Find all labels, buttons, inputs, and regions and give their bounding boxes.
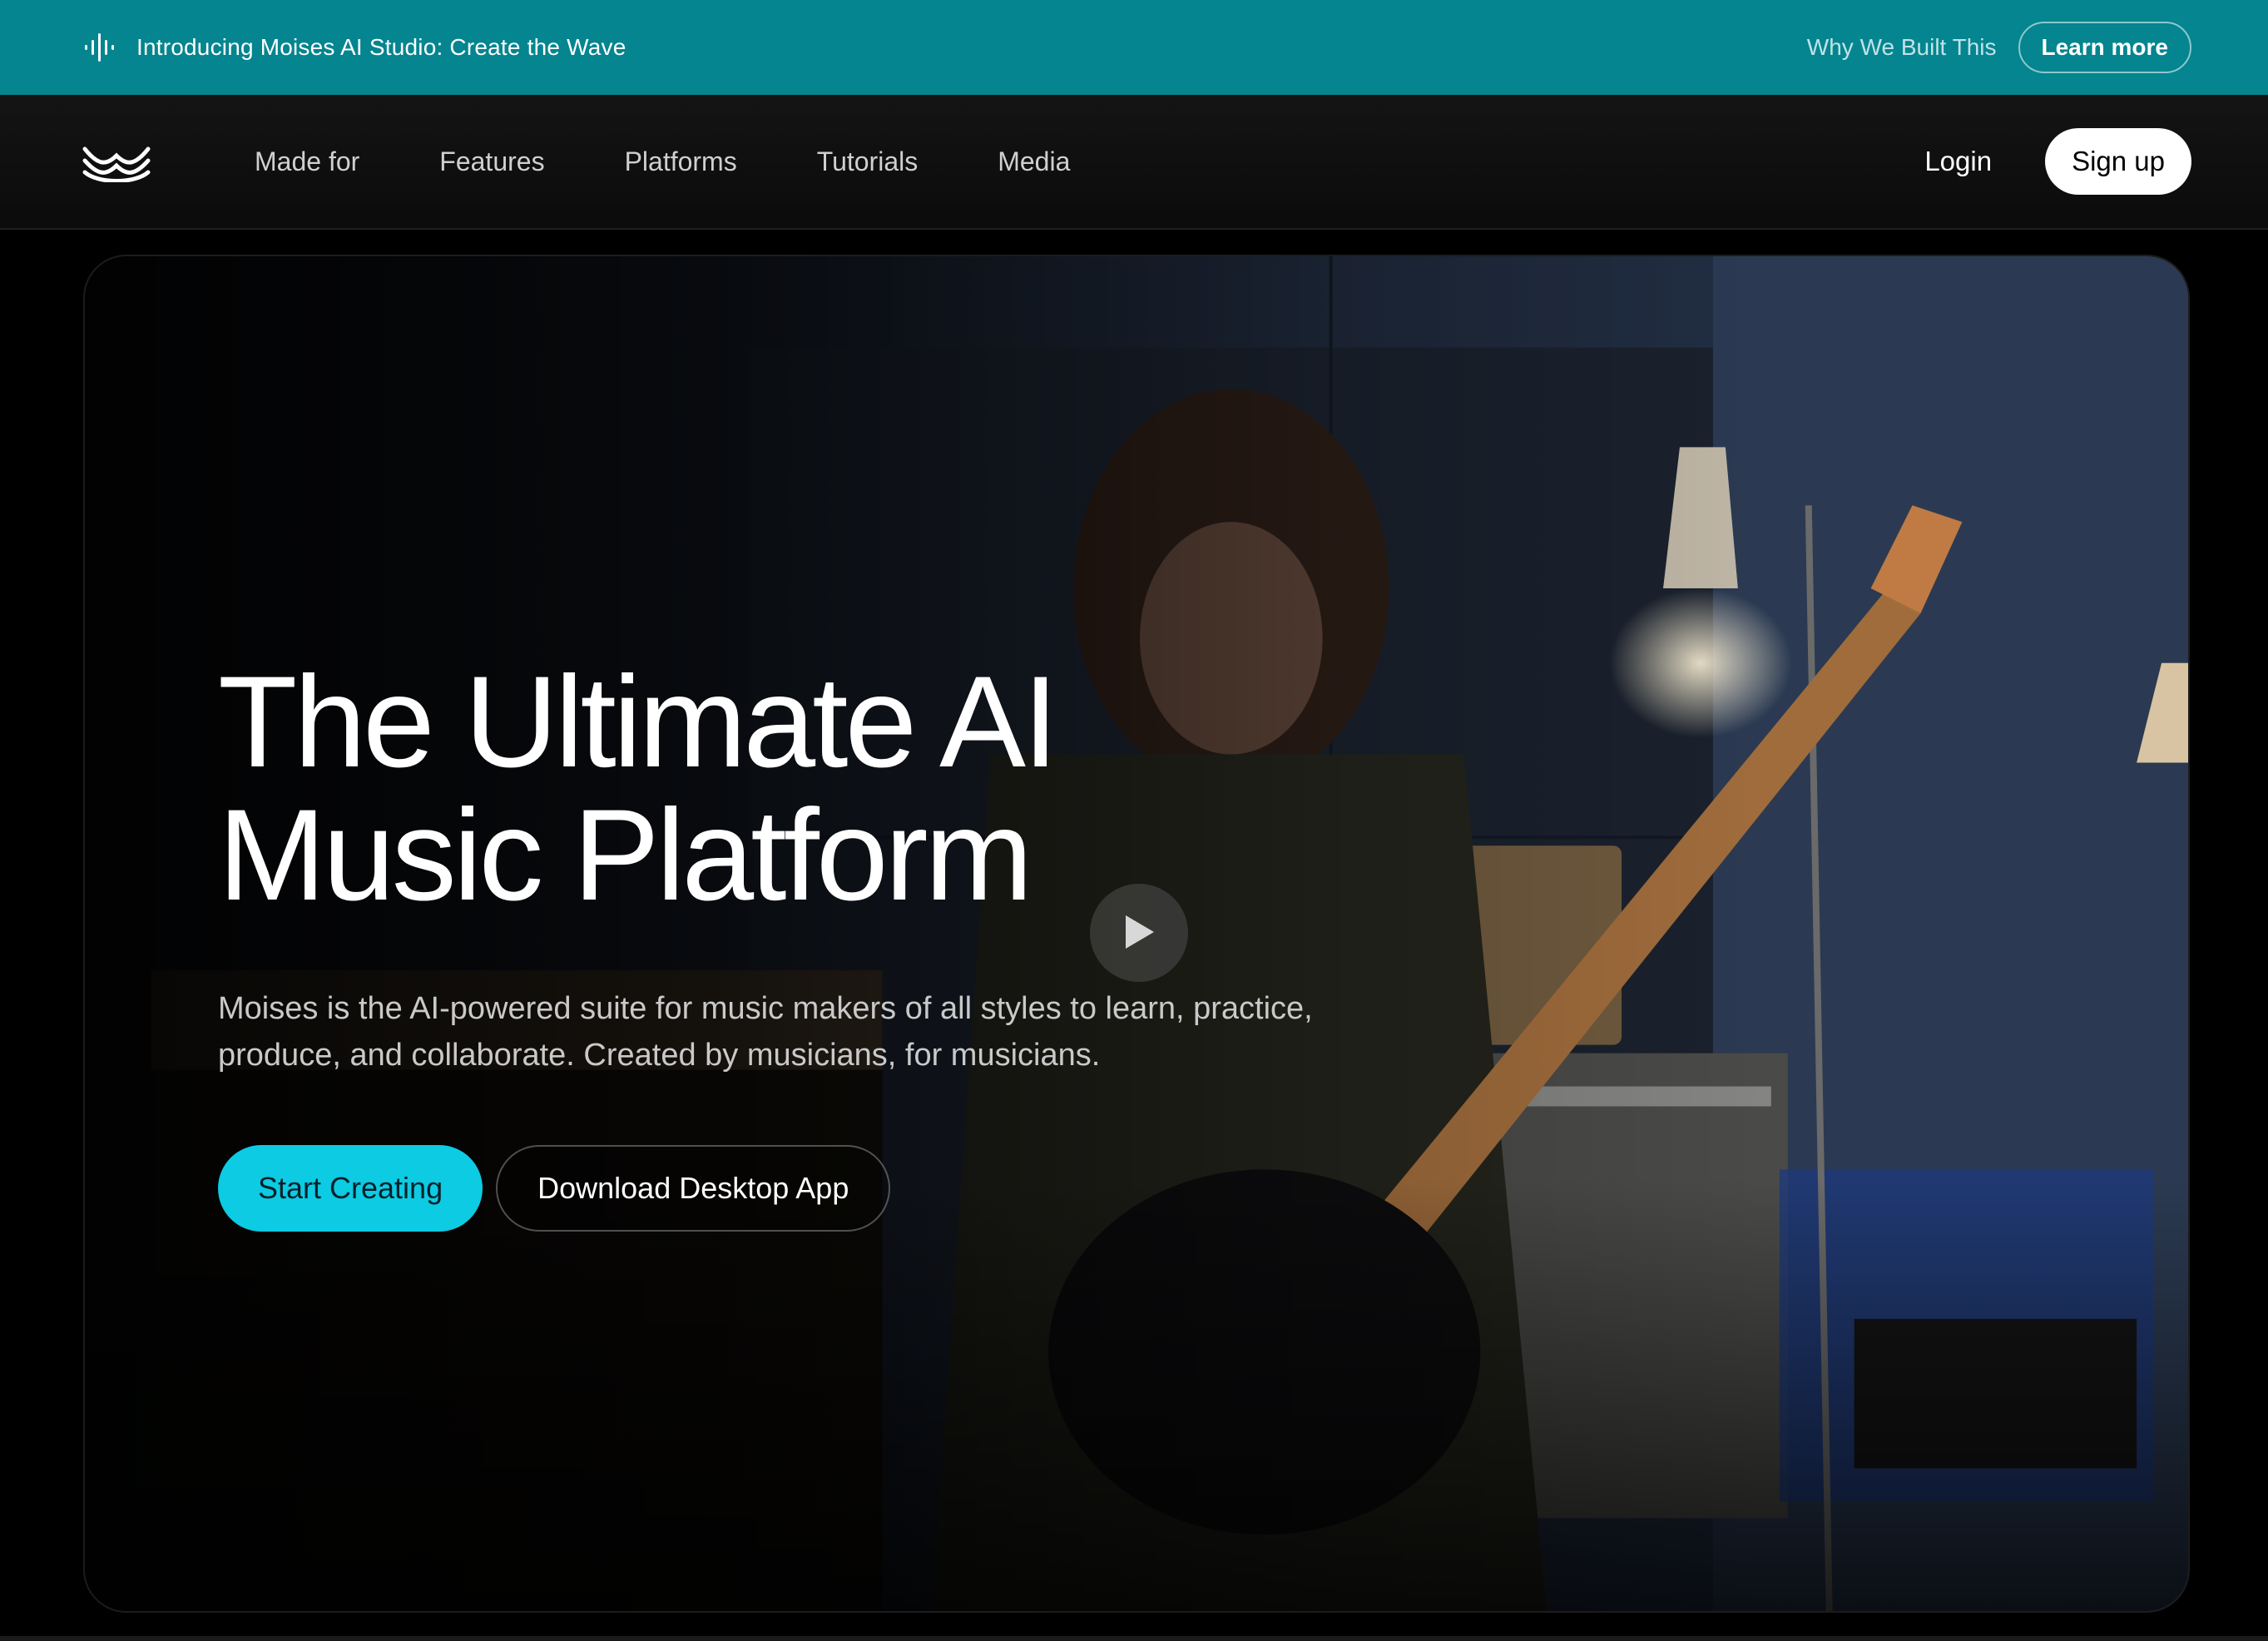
hero-content: The Ultimate AI Music Platform Moises is… bbox=[218, 656, 1549, 1232]
main-navigation: Made for Features Platforms Tutorials Me… bbox=[0, 95, 2268, 230]
moises-logo-icon[interactable] bbox=[82, 141, 151, 183]
nav-links: Made for Features Platforms Tutorials Me… bbox=[255, 146, 1150, 177]
hero-bottom-fade bbox=[85, 1178, 2188, 1611]
banner-text: Introducing Moises AI Studio: Create the… bbox=[136, 34, 626, 60]
audio-wave-icon bbox=[82, 30, 116, 65]
nav-auth: Login Sign up bbox=[1924, 128, 2191, 195]
banner-actions: Why We Built This Learn more bbox=[1807, 22, 2191, 73]
nav-item-media[interactable]: Media bbox=[998, 146, 1070, 177]
hero-title: The Ultimate AI Music Platform bbox=[218, 650, 1058, 928]
learn-more-button[interactable]: Learn more bbox=[2018, 22, 2191, 73]
hero-section: The Ultimate AI Music Platform Moises is… bbox=[83, 255, 2190, 1613]
announcement-banner: Introducing Moises AI Studio: Create the… bbox=[0, 0, 2268, 95]
login-link[interactable]: Login bbox=[1924, 146, 1992, 177]
page: Introducing Moises AI Studio: Create the… bbox=[0, 0, 2268, 1641]
hero-cta-group: Start Creating Download Desktop App bbox=[218, 1145, 1549, 1232]
why-we-built-this-link[interactable]: Why We Built This bbox=[1807, 34, 1997, 61]
nav-item-platforms[interactable]: Platforms bbox=[625, 146, 737, 177]
nav-item-features[interactable]: Features bbox=[439, 146, 544, 177]
download-desktop-app-button[interactable]: Download Desktop App bbox=[496, 1145, 891, 1232]
nav-item-tutorials[interactable]: Tutorials bbox=[817, 146, 919, 177]
start-creating-button[interactable]: Start Creating bbox=[218, 1145, 483, 1232]
nav-item-made-for[interactable]: Made for bbox=[255, 146, 359, 177]
banner-announcement[interactable]: Introducing Moises AI Studio: Create the… bbox=[82, 30, 626, 65]
sign-up-button[interactable]: Sign up bbox=[2045, 128, 2191, 195]
page-bottom-edge bbox=[0, 1636, 2268, 1641]
hero-subtitle: Moises is the AI-powered suite for music… bbox=[218, 991, 1313, 1073]
